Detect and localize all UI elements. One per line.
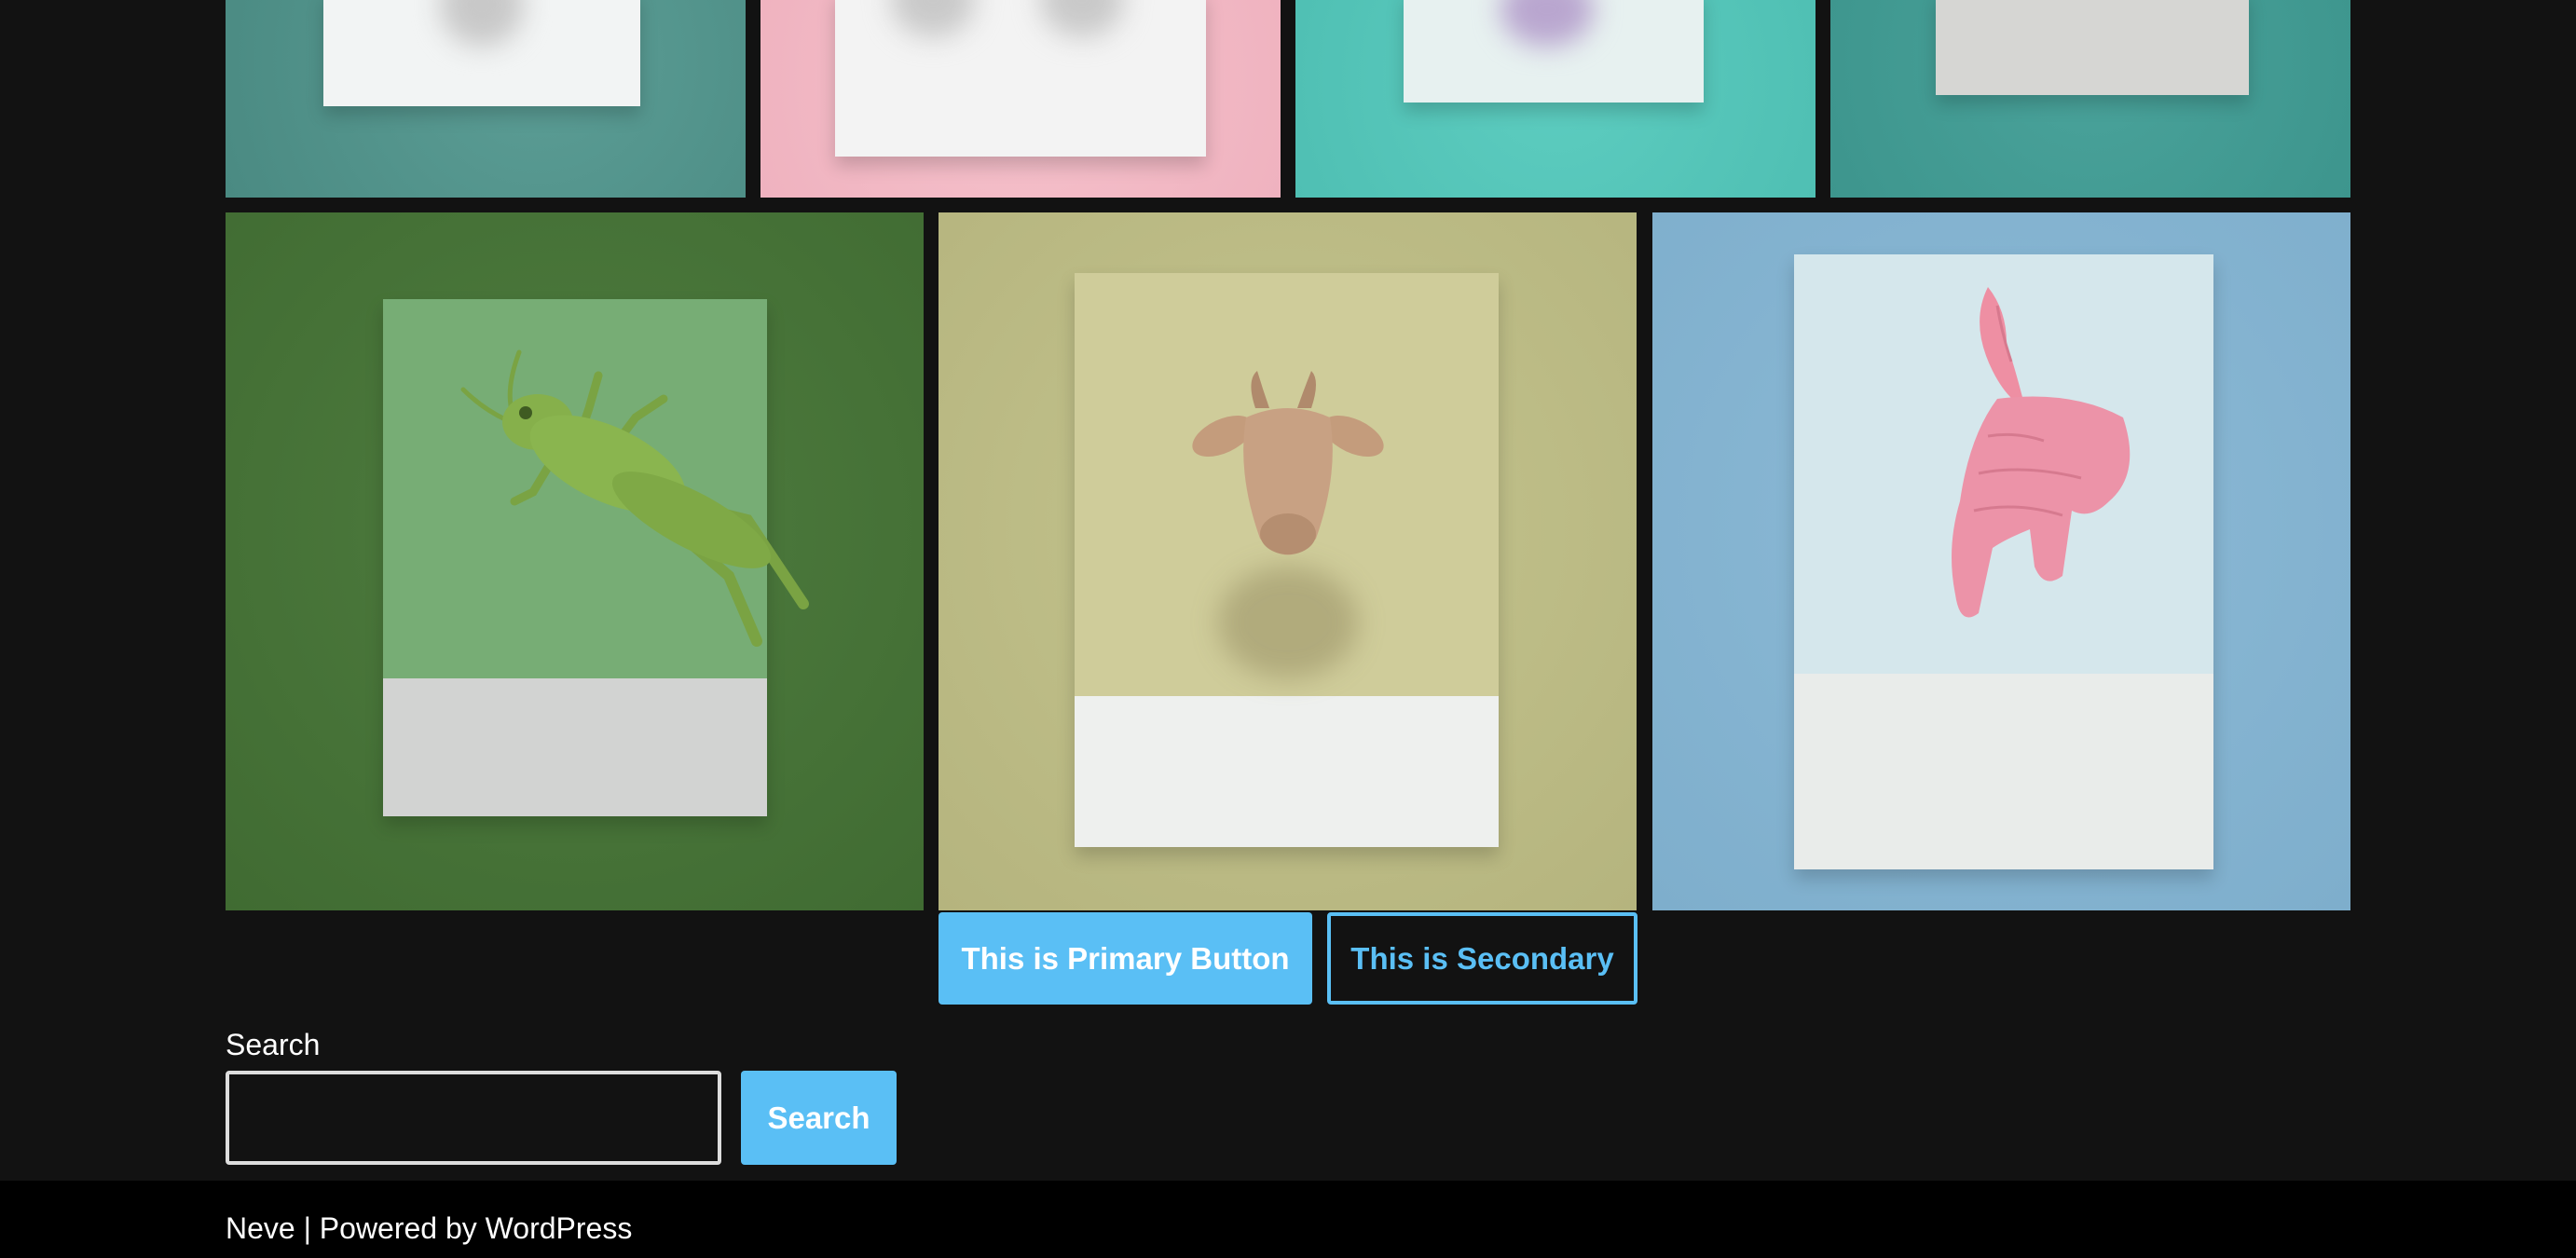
primary-button[interactable]: This is Primary Button <box>939 912 1312 1005</box>
gallery-image-turquoise[interactable] <box>1295 0 1816 198</box>
gallery-image-pink-animal[interactable] <box>1652 212 2350 910</box>
gallery-image-teal-2[interactable] <box>1830 0 2350 198</box>
gallery-image-teal[interactable] <box>226 0 746 198</box>
search-button[interactable]: Search <box>741 1071 897 1165</box>
secondary-button[interactable]: This is Secondary <box>1327 912 1637 1005</box>
gallery-image-pink[interactable] <box>760 0 1281 198</box>
page: This is Primary Button This is Secondary… <box>0 0 2576 1258</box>
search-label: Search <box>226 1028 321 1061</box>
search-input[interactable] <box>226 1071 721 1165</box>
gallery-image-grasshopper[interactable] <box>226 212 924 910</box>
gallery-image-goat[interactable] <box>939 212 1637 910</box>
grasshopper-icon <box>460 349 809 647</box>
pink-animal-icon <box>1952 287 2131 618</box>
footer-credit: Neve | Powered by WordPress <box>226 1211 633 1245</box>
goat-head-icon <box>1192 371 1384 555</box>
